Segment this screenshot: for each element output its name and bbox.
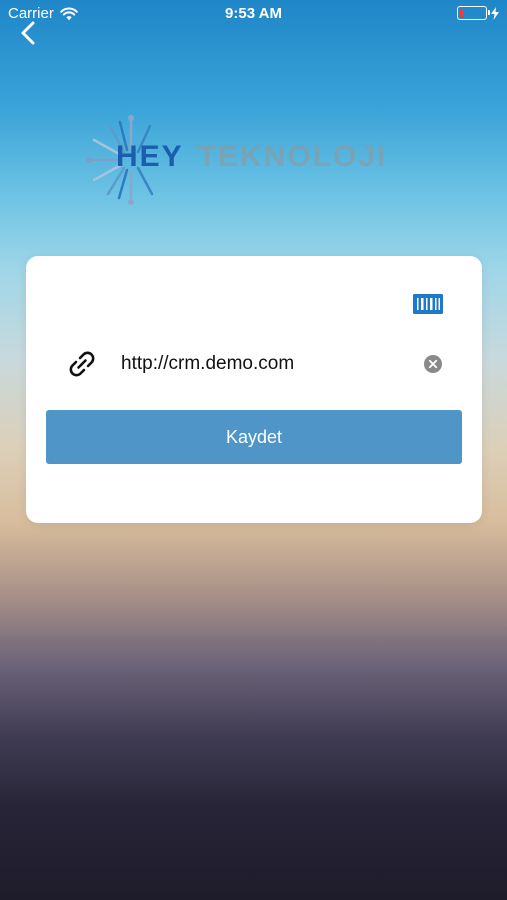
logo-text-hey: HEY xyxy=(116,140,184,173)
link-icon xyxy=(69,351,95,377)
logo-text-teknoloji: TEKNOLOJI xyxy=(197,140,388,173)
battery-level xyxy=(459,8,464,18)
logo-text: HEY TEKNOLOJI xyxy=(116,140,387,174)
barcode-scan-button[interactable] xyxy=(413,294,443,314)
back-button[interactable] xyxy=(14,18,44,48)
status-bar: Carrier 9:53 AM xyxy=(0,0,507,28)
url-field-row xyxy=(66,344,456,384)
company-logo: HEY TEKNOLOJI xyxy=(86,112,406,208)
status-time: 9:53 AM xyxy=(225,5,282,22)
chevron-left-icon xyxy=(21,21,35,45)
clear-url-button[interactable] xyxy=(424,355,442,373)
battery-group xyxy=(457,6,499,20)
barcode-scanner-icon xyxy=(413,294,443,314)
clear-icon xyxy=(424,355,442,373)
url-input[interactable] xyxy=(121,348,411,380)
bolt-icon xyxy=(491,6,499,20)
save-button[interactable]: Kaydet xyxy=(46,410,462,464)
server-settings-card: Kaydet xyxy=(26,256,482,523)
battery-low-icon xyxy=(457,6,490,20)
